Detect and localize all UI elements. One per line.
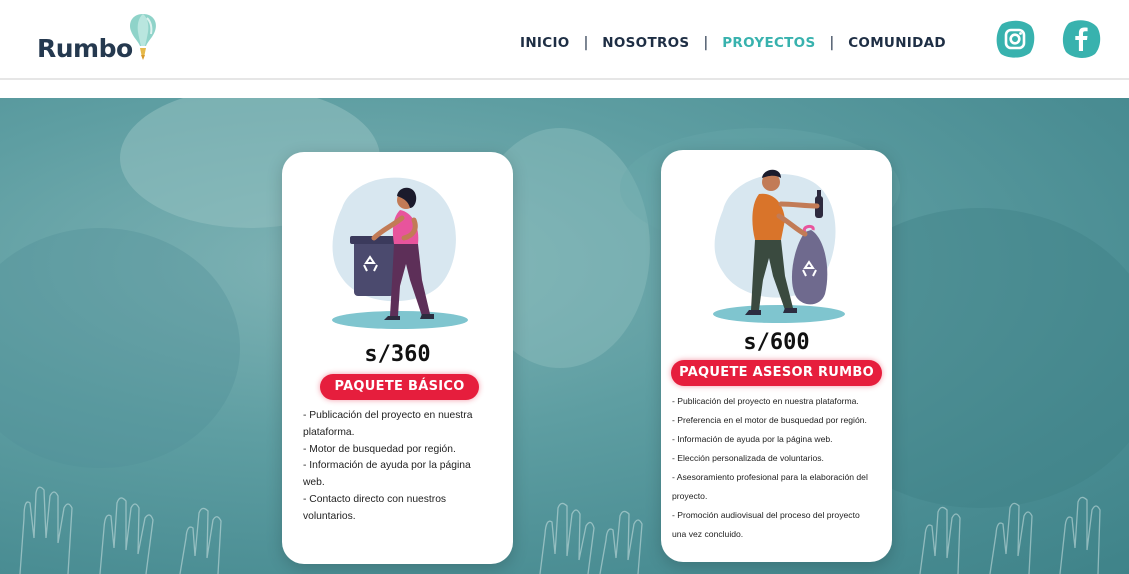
- feature-item: - Publicación del proyecto en nuestra pl…: [672, 396, 859, 406]
- package-feature-list: - Publicación del proyecto en nuestra pl…: [672, 392, 886, 544]
- instagram-icon[interactable]: [994, 18, 1036, 60]
- woman-recycling-illustration: [332, 177, 468, 329]
- package-feature-list: - Publicación del proyecto en nuestra pl…: [303, 408, 503, 526]
- feature-item: plataforma.: [303, 426, 355, 438]
- rumbo-logo[interactable]: Rumbo: [37, 12, 177, 68]
- feature-item: - Motor de busquedad por región.: [303, 443, 456, 455]
- feature-item: - Preferencia en el motor de busquedad p…: [672, 415, 867, 425]
- feature-item: - Elección personalizada de voluntarios.: [672, 453, 824, 463]
- feature-item: - Información de ayuda por la página web…: [672, 434, 833, 444]
- nav-separator: |: [703, 35, 709, 51]
- nav-separator: |: [829, 35, 835, 51]
- feature-item: - Información de ayuda por la página: [303, 460, 471, 472]
- package-price: s/600: [743, 330, 810, 355]
- package-name-badge[interactable]: PAQUETE ASESOR RUMBO: [671, 360, 882, 386]
- hot-air-balloon-icon: [130, 14, 156, 60]
- feature-item: voluntarios.: [303, 510, 356, 522]
- facebook-icon[interactable]: [1060, 18, 1102, 60]
- package-card-basico[interactable]: s/360 PAQUETE BÁSICO - Publicación del p…: [282, 152, 513, 564]
- hands-background-image: [0, 98, 1129, 574]
- main-nav: INICIO | NOSOTROS | PROYECTOS | COMUNIDA…: [520, 33, 946, 53]
- package-card-asesor[interactable]: s/600 PAQUETE ASESOR RUMBO - Publicación…: [661, 150, 892, 562]
- feature-item: - Asesoramiento profesional para la elab…: [672, 472, 868, 482]
- feature-item: - Contacto directo con nuestros: [303, 493, 447, 505]
- feature-item: web.: [303, 477, 325, 489]
- feature-item: - Promoción audiovisual del proceso del …: [672, 510, 860, 520]
- man-recycling-illustration: [713, 169, 845, 323]
- site-header: Rumbo INICIO | NOSOTROS | PROYECTOS | CO…: [0, 0, 1129, 80]
- nav-nosotros[interactable]: NOSOTROS: [602, 35, 689, 51]
- nav-proyectos[interactable]: PROYECTOS: [722, 35, 815, 51]
- feature-item: una vez concluido.: [672, 529, 744, 539]
- hero-background: [0, 98, 1129, 574]
- package-name-badge[interactable]: PAQUETE BÁSICO: [320, 374, 479, 400]
- nav-comunidad[interactable]: COMUNIDAD: [848, 35, 946, 51]
- package-price: s/360: [364, 342, 431, 367]
- logo-text: Rumbo: [37, 34, 133, 63]
- nav-separator: |: [583, 35, 589, 51]
- nav-inicio[interactable]: INICIO: [520, 35, 570, 51]
- feature-item: proyecto.: [672, 491, 708, 501]
- feature-item: - Publicación del proyecto en nuestra: [303, 410, 473, 421]
